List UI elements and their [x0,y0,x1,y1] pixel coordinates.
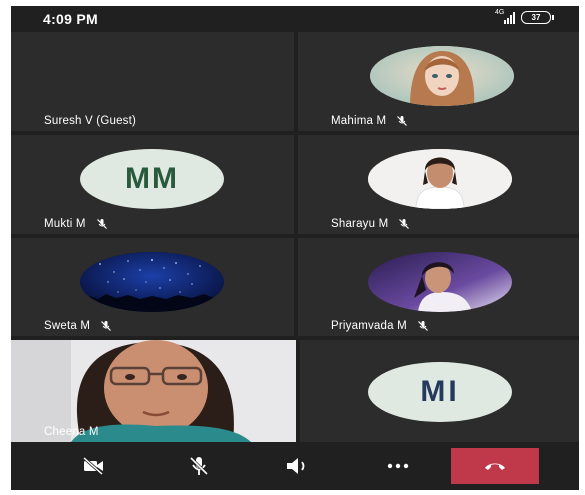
avatar [368,149,512,209]
participant-name-row: Sweta M [44,320,112,332]
end-call-button[interactable] [451,448,539,484]
battery-icon: 37 [521,11,554,24]
participant-name-row: Sharayu M [331,218,410,230]
participant-tile[interactable]: MM Mukti M [11,135,294,234]
status-icons: 4G 37 [495,8,554,24]
signal-icon: 4G [495,8,515,24]
meeting-screen: 4:09 PM 4G 37 Suresh V (Guest) Mahima M … [11,6,579,490]
call-control-bar [11,442,579,490]
participant-name: Cheena M [44,426,99,438]
participant-name: Suresh V (Guest) [44,115,137,127]
mic-off-icon [399,219,410,229]
avatar: MM [80,149,224,209]
camera-toggle-button[interactable] [69,448,119,484]
network-type: 4G [495,8,505,16]
participant-name-row: Suresh V (Guest) [44,115,136,127]
participant-tile[interactable]: Mahima M [298,32,579,131]
battery-level: 37 [531,13,541,22]
avatar: MI [368,362,512,422]
participant-name: Mahima M [331,115,387,127]
avatar [80,252,224,312]
participant-tile[interactable]: Sweta M [11,238,294,336]
avatar-initials: MM [125,162,179,195]
participant-tile[interactable]: MI [300,340,579,442]
mic-off-icon [189,456,209,476]
avatar [370,46,514,106]
mic-off-icon [101,321,112,331]
camera-off-icon [83,456,103,476]
more-options-button[interactable] [373,448,423,484]
participant-tile[interactable]: Sharayu M [298,135,579,234]
participant-name-row: Mukti M [44,218,108,230]
participant-name: Sweta M [44,320,91,332]
participant-tile[interactable]: Priyamvada M [298,238,579,336]
avatar-initials: MI [420,375,460,408]
status-bar: 4:09 PM 4G 37 [11,6,579,32]
avatar [368,252,512,312]
mic-off-icon [417,321,428,331]
participant-video-tile[interactable]: Cheena M [11,340,296,442]
mic-off-icon [397,116,408,126]
more-options-icon [387,463,409,469]
end-call-icon [485,463,505,470]
participant-name: Sharayu M [331,218,389,230]
speaker-icon [287,458,305,474]
participant-tile[interactable]: Suresh V (Guest) [11,32,294,131]
participant-name-row: Cheena M [44,426,99,438]
status-time: 4:09 PM [43,11,99,27]
participant-name-row: Priyamvada M [331,320,429,332]
participant-name: Mukti M [44,218,86,230]
mic-off-icon [96,219,107,229]
speaker-button[interactable] [273,448,323,484]
participant-name: Priyamvada M [331,320,407,332]
mic-toggle-button[interactable] [174,448,224,484]
participant-name-row: Mahima M [331,115,408,127]
